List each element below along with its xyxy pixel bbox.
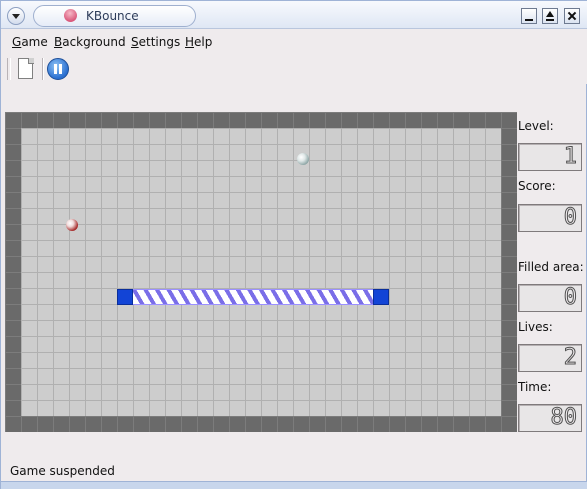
- new-document-icon[interactable]: [17, 58, 35, 80]
- score-label: Score:: [518, 179, 556, 193]
- status-bar: Game suspended: [1, 457, 587, 481]
- pause-icon[interactable]: [47, 58, 69, 80]
- wall-body: [133, 289, 373, 305]
- ball-1: [297, 153, 309, 165]
- toolbar-separator: [42, 58, 44, 80]
- menu-bar: Game Background Settings Help: [1, 29, 587, 54]
- game-field[interactable]: [5, 112, 517, 432]
- close-icon[interactable]: [564, 8, 580, 24]
- score-display: 0: [518, 204, 582, 232]
- level-value: 1: [563, 144, 577, 169]
- kbounce-app-icon: [62, 7, 79, 24]
- menu-background[interactable]: Background: [54, 35, 126, 49]
- ball-2: [66, 219, 78, 231]
- growing-wall: [117, 289, 389, 305]
- title-pill: KBounce: [33, 5, 196, 27]
- filled-area-display: 0: [518, 284, 582, 312]
- level-label: Level:: [518, 119, 554, 133]
- menu-settings[interactable]: Settings: [131, 35, 180, 49]
- maximize-icon[interactable]: [542, 8, 558, 24]
- toolbar: [1, 54, 587, 84]
- toolbar-grip-handle[interactable]: [7, 58, 11, 80]
- title-bar[interactable]: KBounce: [1, 1, 587, 29]
- wall-end-right: [373, 289, 389, 305]
- lives-value: 2: [563, 345, 577, 370]
- time-value: 80: [550, 405, 577, 430]
- field-play-area[interactable]: [21, 128, 501, 416]
- menu-game-rest: ame: [21, 35, 48, 49]
- time-label: Time:: [518, 380, 552, 394]
- kbounce-window: KBounce Game Background Settings Help Le…: [0, 0, 587, 489]
- score-value: 0: [563, 205, 577, 230]
- lives-display: 2: [518, 344, 582, 372]
- menu-game[interactable]: Game: [12, 35, 48, 49]
- minimize-icon[interactable]: [521, 8, 537, 24]
- level-display: 1: [518, 143, 582, 171]
- wall-end-left: [117, 289, 133, 305]
- time-display: 80: [518, 404, 582, 432]
- lives-label: Lives:: [518, 320, 553, 334]
- window-title: KBounce: [86, 9, 139, 23]
- window-bottom-edge[interactable]: [1, 481, 587, 489]
- menu-help[interactable]: Help: [185, 35, 212, 49]
- status-text: Game suspended: [10, 464, 115, 478]
- filled-area-value: 0: [563, 285, 577, 310]
- filled-area-label: Filled area:: [518, 260, 584, 274]
- window-menu-icon[interactable]: [7, 7, 25, 25]
